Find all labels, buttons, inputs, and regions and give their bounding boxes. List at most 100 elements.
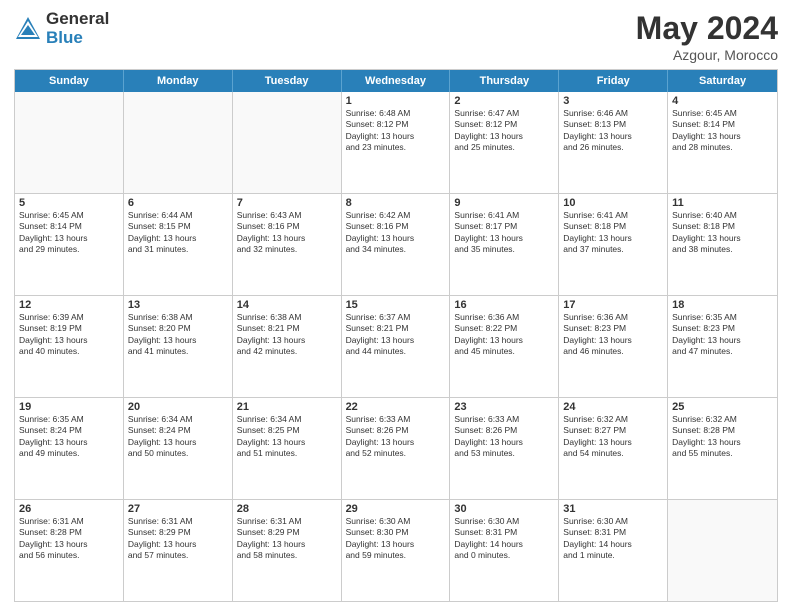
calendar-row: 19Sunrise: 6:35 AM Sunset: 8:24 PM Dayli… <box>15 398 777 500</box>
calendar-row: 5Sunrise: 6:45 AM Sunset: 8:14 PM Daylig… <box>15 194 777 296</box>
day-info: Sunrise: 6:36 AM Sunset: 8:23 PM Dayligh… <box>563 312 663 358</box>
day-info: Sunrise: 6:32 AM Sunset: 8:27 PM Dayligh… <box>563 414 663 460</box>
day-info: Sunrise: 6:45 AM Sunset: 8:14 PM Dayligh… <box>672 108 773 154</box>
calendar-cell: 2Sunrise: 6:47 AM Sunset: 8:12 PM Daylig… <box>450 92 559 193</box>
day-number: 9 <box>454 197 554 209</box>
day-info: Sunrise: 6:34 AM Sunset: 8:25 PM Dayligh… <box>237 414 337 460</box>
calendar-cell: 19Sunrise: 6:35 AM Sunset: 8:24 PM Dayli… <box>15 398 124 499</box>
day-info: Sunrise: 6:38 AM Sunset: 8:21 PM Dayligh… <box>237 312 337 358</box>
logo-general: General <box>46 10 109 29</box>
calendar-cell: 7Sunrise: 6:43 AM Sunset: 8:16 PM Daylig… <box>233 194 342 295</box>
weekday-header: Tuesday <box>233 70 342 92</box>
calendar-cell: 11Sunrise: 6:40 AM Sunset: 8:18 PM Dayli… <box>668 194 777 295</box>
day-number: 2 <box>454 95 554 107</box>
calendar-cell: 22Sunrise: 6:33 AM Sunset: 8:26 PM Dayli… <box>342 398 451 499</box>
calendar-cell: 1Sunrise: 6:48 AM Sunset: 8:12 PM Daylig… <box>342 92 451 193</box>
calendar-cell <box>668 500 777 601</box>
day-number: 12 <box>19 299 119 311</box>
day-number: 15 <box>346 299 446 311</box>
calendar-cell: 4Sunrise: 6:45 AM Sunset: 8:14 PM Daylig… <box>668 92 777 193</box>
day-number: 8 <box>346 197 446 209</box>
title-area: May 2024 Azgour, Morocco <box>636 10 778 63</box>
day-number: 18 <box>672 299 773 311</box>
day-number: 30 <box>454 503 554 515</box>
calendar-cell: 5Sunrise: 6:45 AM Sunset: 8:14 PM Daylig… <box>15 194 124 295</box>
weekday-header: Sunday <box>15 70 124 92</box>
calendar-cell: 12Sunrise: 6:39 AM Sunset: 8:19 PM Dayli… <box>15 296 124 397</box>
day-number: 31 <box>563 503 663 515</box>
day-info: Sunrise: 6:39 AM Sunset: 8:19 PM Dayligh… <box>19 312 119 358</box>
weekday-header: Monday <box>124 70 233 92</box>
day-info: Sunrise: 6:47 AM Sunset: 8:12 PM Dayligh… <box>454 108 554 154</box>
calendar-cell: 17Sunrise: 6:36 AM Sunset: 8:23 PM Dayli… <box>559 296 668 397</box>
day-number: 23 <box>454 401 554 413</box>
day-info: Sunrise: 6:36 AM Sunset: 8:22 PM Dayligh… <box>454 312 554 358</box>
calendar-cell: 8Sunrise: 6:42 AM Sunset: 8:16 PM Daylig… <box>342 194 451 295</box>
calendar-cell: 9Sunrise: 6:41 AM Sunset: 8:17 PM Daylig… <box>450 194 559 295</box>
header: General Blue May 2024 Azgour, Morocco <box>14 10 778 63</box>
calendar-cell: 31Sunrise: 6:30 AM Sunset: 8:31 PM Dayli… <box>559 500 668 601</box>
day-number: 16 <box>454 299 554 311</box>
month-year: May 2024 <box>636 10 778 47</box>
day-number: 24 <box>563 401 663 413</box>
calendar-cell: 15Sunrise: 6:37 AM Sunset: 8:21 PM Dayli… <box>342 296 451 397</box>
day-number: 1 <box>346 95 446 107</box>
day-info: Sunrise: 6:48 AM Sunset: 8:12 PM Dayligh… <box>346 108 446 154</box>
page: General Blue May 2024 Azgour, Morocco Su… <box>0 0 792 612</box>
calendar-cell: 20Sunrise: 6:34 AM Sunset: 8:24 PM Dayli… <box>124 398 233 499</box>
day-info: Sunrise: 6:31 AM Sunset: 8:29 PM Dayligh… <box>237 516 337 562</box>
day-info: Sunrise: 6:37 AM Sunset: 8:21 PM Dayligh… <box>346 312 446 358</box>
location: Azgour, Morocco <box>636 47 778 63</box>
day-number: 19 <box>19 401 119 413</box>
weekday-header: Thursday <box>450 70 559 92</box>
day-info: Sunrise: 6:31 AM Sunset: 8:29 PM Dayligh… <box>128 516 228 562</box>
day-number: 11 <box>672 197 773 209</box>
calendar-cell: 25Sunrise: 6:32 AM Sunset: 8:28 PM Dayli… <box>668 398 777 499</box>
day-number: 6 <box>128 197 228 209</box>
day-number: 5 <box>19 197 119 209</box>
day-info: Sunrise: 6:45 AM Sunset: 8:14 PM Dayligh… <box>19 210 119 256</box>
calendar-cell <box>233 92 342 193</box>
logo: General Blue <box>14 10 109 47</box>
day-info: Sunrise: 6:30 AM Sunset: 8:30 PM Dayligh… <box>346 516 446 562</box>
day-number: 21 <box>237 401 337 413</box>
calendar-header: SundayMondayTuesdayWednesdayThursdayFrid… <box>15 70 777 92</box>
calendar-cell: 24Sunrise: 6:32 AM Sunset: 8:27 PM Dayli… <box>559 398 668 499</box>
day-number: 4 <box>672 95 773 107</box>
day-info: Sunrise: 6:46 AM Sunset: 8:13 PM Dayligh… <box>563 108 663 154</box>
calendar-cell: 14Sunrise: 6:38 AM Sunset: 8:21 PM Dayli… <box>233 296 342 397</box>
day-number: 25 <box>672 401 773 413</box>
calendar-cell: 13Sunrise: 6:38 AM Sunset: 8:20 PM Dayli… <box>124 296 233 397</box>
day-info: Sunrise: 6:40 AM Sunset: 8:18 PM Dayligh… <box>672 210 773 256</box>
day-info: Sunrise: 6:33 AM Sunset: 8:26 PM Dayligh… <box>346 414 446 460</box>
logo-blue: Blue <box>46 29 109 48</box>
calendar-row: 12Sunrise: 6:39 AM Sunset: 8:19 PM Dayli… <box>15 296 777 398</box>
calendar-cell: 28Sunrise: 6:31 AM Sunset: 8:29 PM Dayli… <box>233 500 342 601</box>
calendar-cell: 23Sunrise: 6:33 AM Sunset: 8:26 PM Dayli… <box>450 398 559 499</box>
day-number: 7 <box>237 197 337 209</box>
day-number: 29 <box>346 503 446 515</box>
day-number: 27 <box>128 503 228 515</box>
day-info: Sunrise: 6:35 AM Sunset: 8:23 PM Dayligh… <box>672 312 773 358</box>
calendar-row: 1Sunrise: 6:48 AM Sunset: 8:12 PM Daylig… <box>15 92 777 194</box>
day-info: Sunrise: 6:38 AM Sunset: 8:20 PM Dayligh… <box>128 312 228 358</box>
calendar-body: 1Sunrise: 6:48 AM Sunset: 8:12 PM Daylig… <box>15 92 777 601</box>
day-info: Sunrise: 6:31 AM Sunset: 8:28 PM Dayligh… <box>19 516 119 562</box>
day-info: Sunrise: 6:42 AM Sunset: 8:16 PM Dayligh… <box>346 210 446 256</box>
calendar-cell: 21Sunrise: 6:34 AM Sunset: 8:25 PM Dayli… <box>233 398 342 499</box>
logo-text: General Blue <box>46 10 109 47</box>
day-number: 3 <box>563 95 663 107</box>
day-number: 14 <box>237 299 337 311</box>
day-info: Sunrise: 6:43 AM Sunset: 8:16 PM Dayligh… <box>237 210 337 256</box>
calendar-cell: 29Sunrise: 6:30 AM Sunset: 8:30 PM Dayli… <box>342 500 451 601</box>
day-number: 22 <box>346 401 446 413</box>
day-number: 26 <box>19 503 119 515</box>
day-info: Sunrise: 6:33 AM Sunset: 8:26 PM Dayligh… <box>454 414 554 460</box>
day-info: Sunrise: 6:35 AM Sunset: 8:24 PM Dayligh… <box>19 414 119 460</box>
day-info: Sunrise: 6:41 AM Sunset: 8:17 PM Dayligh… <box>454 210 554 256</box>
calendar-cell: 6Sunrise: 6:44 AM Sunset: 8:15 PM Daylig… <box>124 194 233 295</box>
logo-icon <box>14 15 42 43</box>
day-number: 10 <box>563 197 663 209</box>
calendar-cell <box>15 92 124 193</box>
day-number: 13 <box>128 299 228 311</box>
